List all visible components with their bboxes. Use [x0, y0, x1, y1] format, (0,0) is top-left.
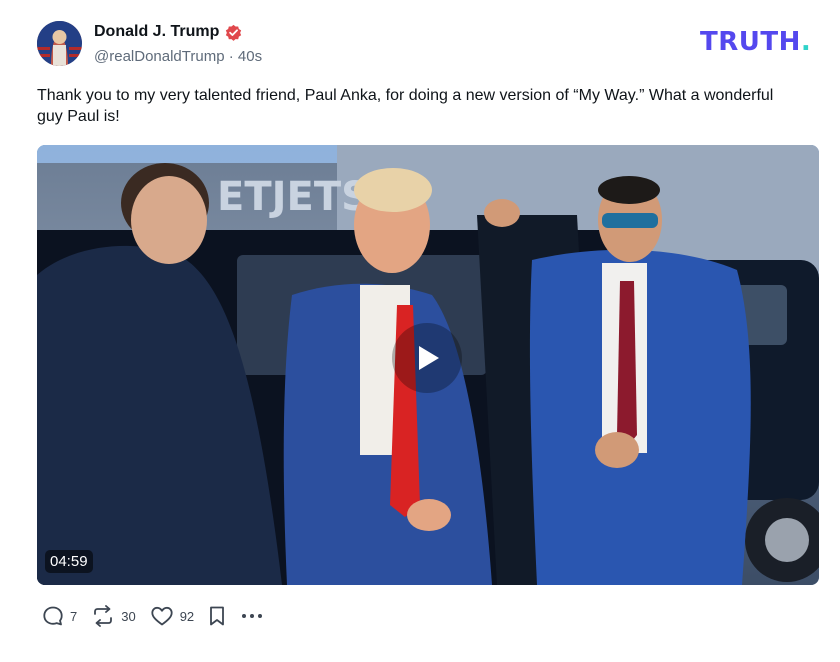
like-icon — [151, 606, 173, 626]
logo-text: TRUTH — [700, 27, 801, 57]
bookmark-button[interactable] — [208, 605, 226, 627]
truth-logo[interactable]: TRUTH. — [700, 27, 811, 57]
play-button[interactable] — [392, 323, 462, 393]
author-meta: @realDonaldTrump · 40s — [94, 48, 262, 65]
reply-icon — [43, 606, 63, 626]
video-player[interactable]: ETJETS 04:59 — [37, 145, 819, 585]
video-duration: 04:59 — [45, 550, 93, 573]
logo-dot: . — [800, 27, 812, 57]
hangar-sign: ETJETS — [217, 174, 370, 220]
retruth-count: 30 — [121, 608, 136, 624]
like-button[interactable]: 92 — [150, 605, 194, 627]
retruth-icon — [94, 605, 113, 627]
more-icon — [242, 614, 263, 618]
reply-button[interactable]: 7 — [42, 605, 77, 627]
post-time[interactable]: 40s — [238, 48, 262, 65]
retruth-button[interactable]: 30 — [91, 605, 136, 627]
author-avatar[interactable] — [37, 21, 82, 66]
post-text: Thank you to my very talented friend, Pa… — [37, 87, 774, 125]
bookmark-icon — [210, 606, 225, 626]
more-button[interactable] — [240, 605, 264, 627]
author-name-row: Donald J. Trump — [94, 23, 242, 41]
reply-count: 7 — [70, 608, 78, 624]
author-name[interactable]: Donald J. Trump — [94, 23, 219, 41]
author-handle[interactable]: @realDonaldTrump — [94, 48, 225, 65]
post-actions: 7 30 92 — [42, 605, 278, 627]
play-icon — [419, 346, 439, 370]
like-count: 92 — [179, 608, 195, 624]
meta-separator: · — [228, 48, 234, 65]
verified-badge-icon — [226, 24, 242, 41]
